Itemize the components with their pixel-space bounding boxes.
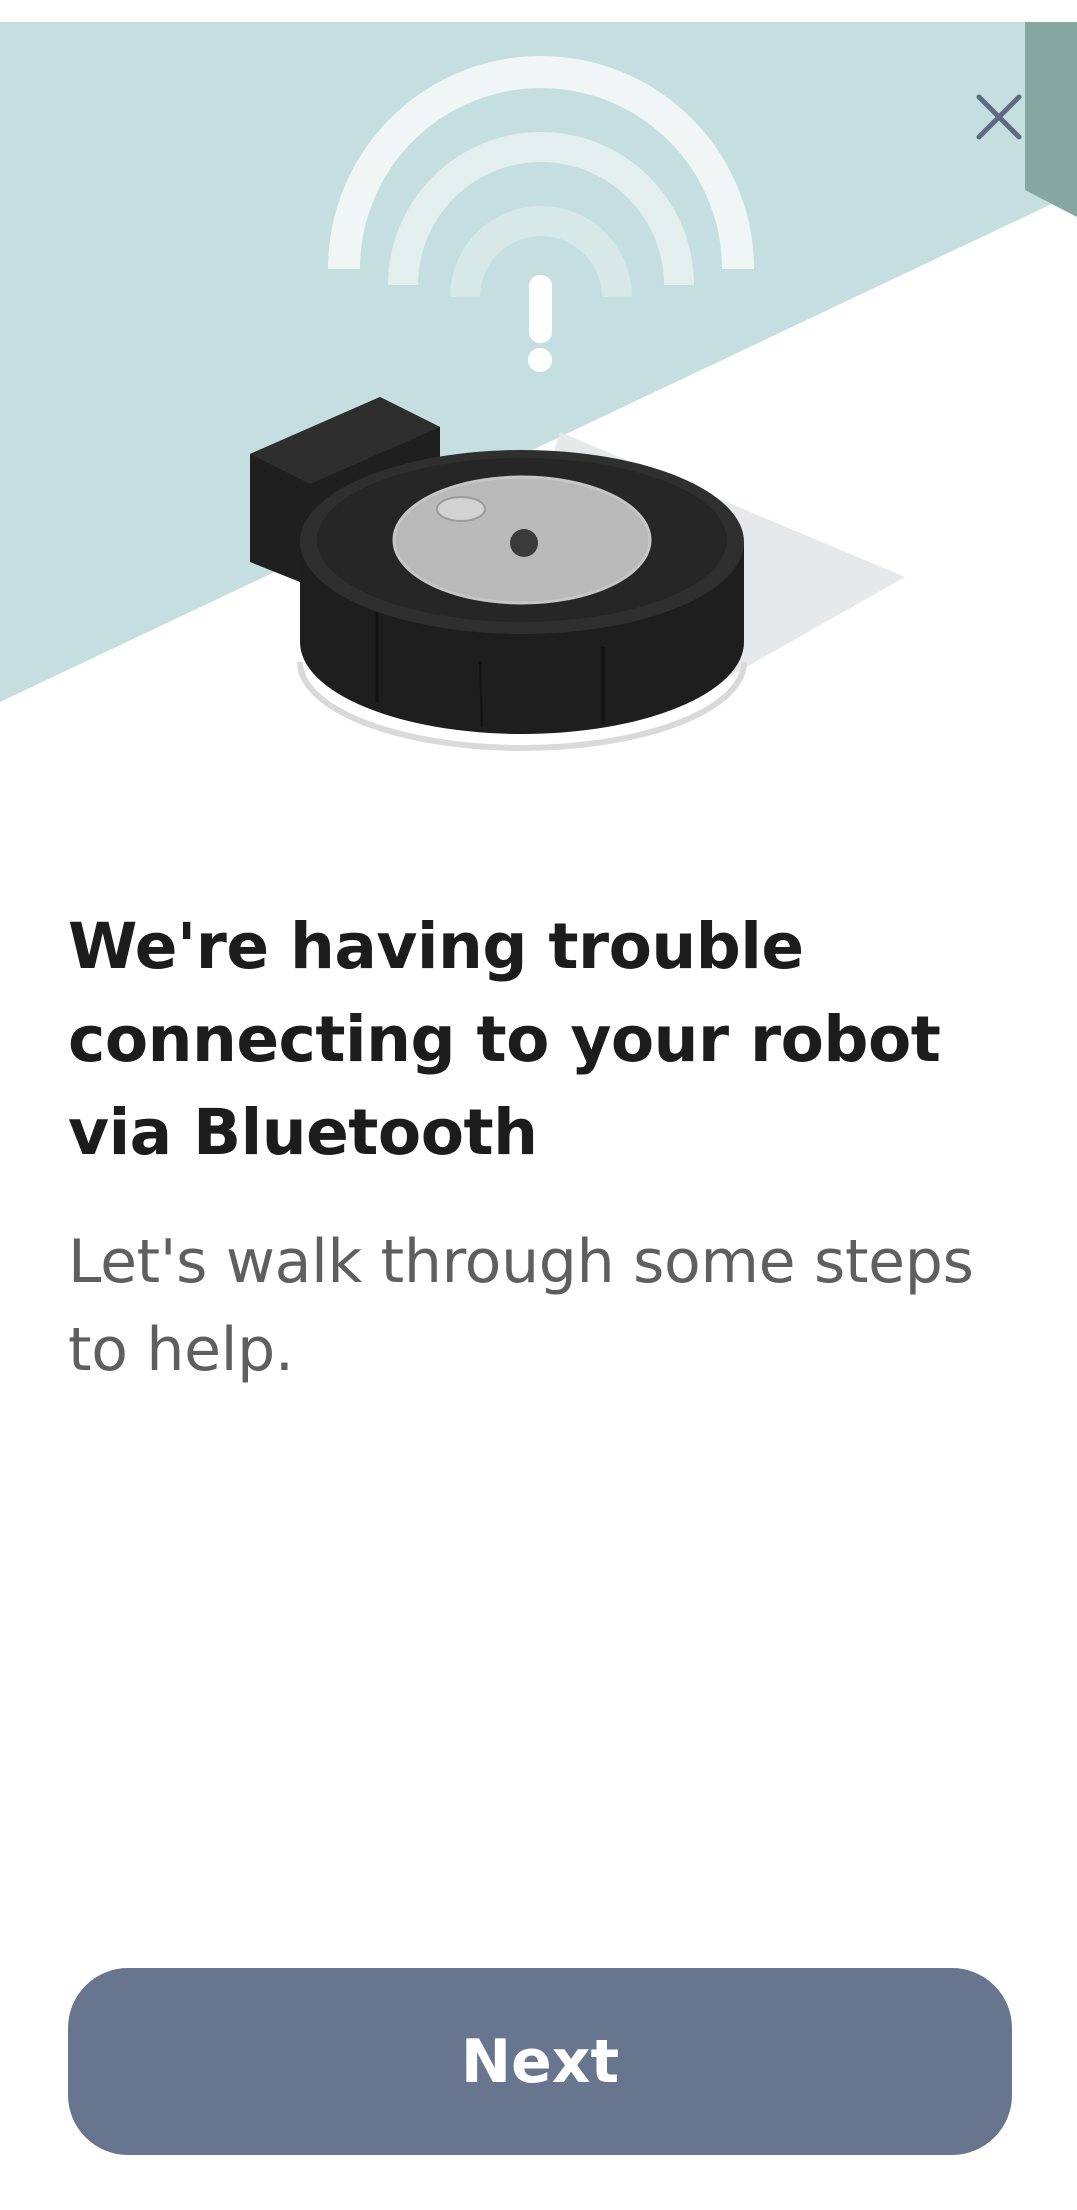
page-subtitle: Let's walk through some steps to help. [68,1227,974,1385]
hero-illustration [0,22,1077,782]
page-title: We're having trouble connecting to your … [68,910,941,1169]
next-button-label: Next [460,2026,620,2097]
alert-exclamation-icon [528,275,552,372]
close-button[interactable] [966,84,1032,150]
robot-vacuum-illustration [250,397,905,751]
next-button[interactable]: Next [68,1968,1012,2155]
status-bar-area [0,0,1077,22]
close-icon[interactable] [975,93,1023,141]
hero-accent-tab [1025,22,1077,217]
